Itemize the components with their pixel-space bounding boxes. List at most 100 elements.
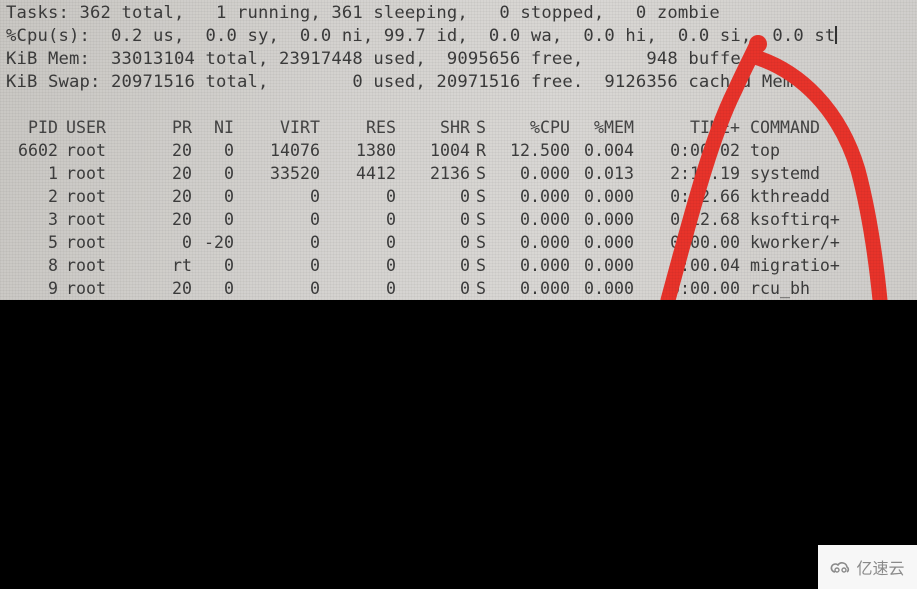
cell-mem: 0.013 xyxy=(584,164,634,183)
cell-pid: 1 xyxy=(48,164,58,183)
cell-command: top xyxy=(750,141,780,160)
cell-pid: 9 xyxy=(48,279,58,298)
cell-ni: 0 xyxy=(224,187,234,206)
col-virt: VIRT xyxy=(280,118,320,137)
col-pid: PID xyxy=(28,118,58,137)
cell-pid: 2 xyxy=(48,187,58,206)
cell-virt: 0 xyxy=(310,256,320,275)
cell-shr: 0 xyxy=(460,210,470,229)
cell-ni: 0 xyxy=(224,141,234,160)
cell-cpu: 0.000 xyxy=(520,187,570,206)
cell-ni: 0 xyxy=(224,164,234,183)
cell-cpu: 0.000 xyxy=(520,164,570,183)
cell-user: root xyxy=(66,141,106,160)
cell-state: S xyxy=(476,233,486,252)
cell-command: systemd xyxy=(750,164,820,183)
cell-command: ksoftirq+ xyxy=(750,210,840,229)
cell-res: 4412 xyxy=(356,164,396,183)
cell-user: root xyxy=(66,187,106,206)
cell-shr: 0 xyxy=(460,279,470,298)
cell-user: root xyxy=(66,210,106,229)
cell-state: S xyxy=(476,164,486,183)
cell-time: 0:00.00 xyxy=(670,233,740,252)
cell-pid: 6602 xyxy=(18,141,58,160)
cell-mem: 0.000 xyxy=(584,279,634,298)
cell-mem: 0.000 xyxy=(584,187,634,206)
cell-pid: 5 xyxy=(48,233,58,252)
cell-pr: 20 xyxy=(172,210,192,229)
cell-pr: 20 xyxy=(172,164,192,183)
col-mem: %MEM xyxy=(594,118,634,137)
watermark-text: 亿速云 xyxy=(856,559,905,578)
cell-res: 0 xyxy=(386,279,396,298)
terminal-photo: Tasks: 362 total, 1 running, 361 sleepin… xyxy=(0,0,917,300)
cell-res: 0 xyxy=(386,256,396,275)
text-cursor xyxy=(835,26,838,44)
cell-state: R xyxy=(476,141,486,160)
cell-cpu: 0.000 xyxy=(520,210,570,229)
col-s: S xyxy=(476,118,486,137)
cell-time: 0:02.66 xyxy=(670,187,740,206)
cell-res: 0 xyxy=(386,187,396,206)
cell-res: 0 xyxy=(386,210,396,229)
col-res: RES xyxy=(366,118,396,137)
col-user: USER xyxy=(66,118,106,137)
cell-virt: 0 xyxy=(310,279,320,298)
cell-virt: 0 xyxy=(310,233,320,252)
cell-user: root xyxy=(66,256,106,275)
cell-time: 0:12.68 xyxy=(670,210,740,229)
cell-virt: 0 xyxy=(310,187,320,206)
cell-cpu: 0.000 xyxy=(520,279,570,298)
cpu-line: %Cpu(s): 0.2 us, 0.0 sy, 0.0 ni, 99.7 id… xyxy=(6,26,838,46)
cell-shr: 1004 xyxy=(430,141,470,160)
cell-ni: 0 xyxy=(224,279,234,298)
col-ni: NI xyxy=(214,118,234,137)
cell-state: S xyxy=(476,210,486,229)
cell-time: 2:15.19 xyxy=(670,164,740,183)
cell-mem: 0.000 xyxy=(584,233,634,252)
cell-virt: 33520 xyxy=(270,164,320,183)
cell-res: 0 xyxy=(386,233,396,252)
cell-res: 1380 xyxy=(356,141,396,160)
col-command: COMMAND xyxy=(750,118,820,137)
cell-state: S xyxy=(476,187,486,206)
cell-shr: 0 xyxy=(460,233,470,252)
cell-command: kworker/+ xyxy=(750,233,840,252)
cell-ni: -20 xyxy=(204,233,234,252)
cell-cpu: 0.000 xyxy=(520,256,570,275)
cell-time: 0:00.00 xyxy=(670,279,740,298)
cpu-line-text: %Cpu(s): 0.2 us, 0.0 sy, 0.0 ni, 99.7 id… xyxy=(6,26,836,46)
cell-mem: 0.000 xyxy=(584,210,634,229)
cell-shr: 0 xyxy=(460,187,470,206)
col-pr: PR xyxy=(172,118,192,137)
cell-pr: 20 xyxy=(172,141,192,160)
cell-virt: 0 xyxy=(310,210,320,229)
col-cpu: %CPU xyxy=(530,118,570,137)
mem-line: KiB Mem: 33013104 total, 23917448 used, … xyxy=(6,49,762,69)
watermark: 亿速云 xyxy=(818,545,917,589)
cell-pid: 3 xyxy=(48,210,58,229)
cell-ni: 0 xyxy=(224,256,234,275)
cell-mem: 0.000 xyxy=(584,256,634,275)
cell-user: root xyxy=(66,233,106,252)
cell-command: migratio+ xyxy=(750,256,840,275)
cell-command: rcu_bh xyxy=(750,279,810,298)
col-shr: SHR xyxy=(440,118,470,137)
cell-state: S xyxy=(476,279,486,298)
cell-time: 0:00.04 xyxy=(670,256,740,275)
cell-pr: 20 xyxy=(172,187,192,206)
swap-line: KiB Swap: 20971516 total, 0 used, 209715… xyxy=(6,72,794,92)
cell-user: root xyxy=(66,164,106,183)
tasks-line: Tasks: 362 total, 1 running, 361 sleepin… xyxy=(6,3,720,23)
cell-pr: 0 xyxy=(182,233,192,252)
cell-shr: 2136 xyxy=(430,164,470,183)
cell-mem: 0.004 xyxy=(584,141,634,160)
cell-cpu: 0.000 xyxy=(520,233,570,252)
cell-state: S xyxy=(476,256,486,275)
cell-cpu: 12.500 xyxy=(510,141,570,160)
cell-ni: 0 xyxy=(224,210,234,229)
cell-virt: 14076 xyxy=(270,141,320,160)
cloud-logo-icon xyxy=(831,562,850,573)
cell-pr: rt xyxy=(172,256,192,275)
col-time: TIME+ xyxy=(690,118,740,137)
